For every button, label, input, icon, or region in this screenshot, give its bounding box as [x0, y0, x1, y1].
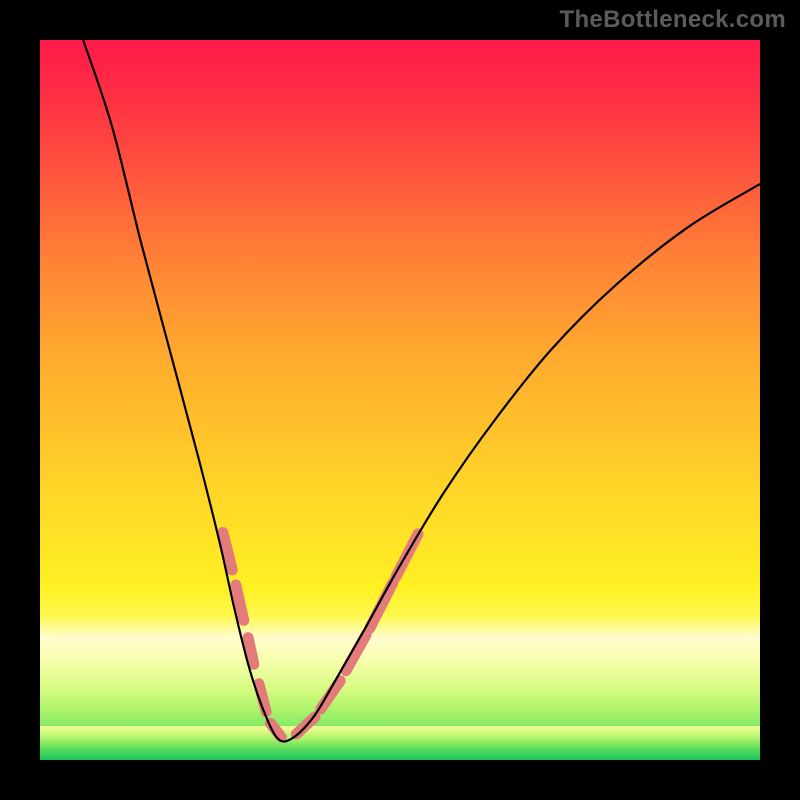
gradient-green-band: [40, 726, 760, 760]
plot-area: [40, 40, 760, 760]
watermark-text: TheBottleneck.com: [560, 6, 786, 34]
gradient-background: [40, 40, 760, 760]
chart-frame: TheBottleneck.com: [0, 0, 800, 800]
